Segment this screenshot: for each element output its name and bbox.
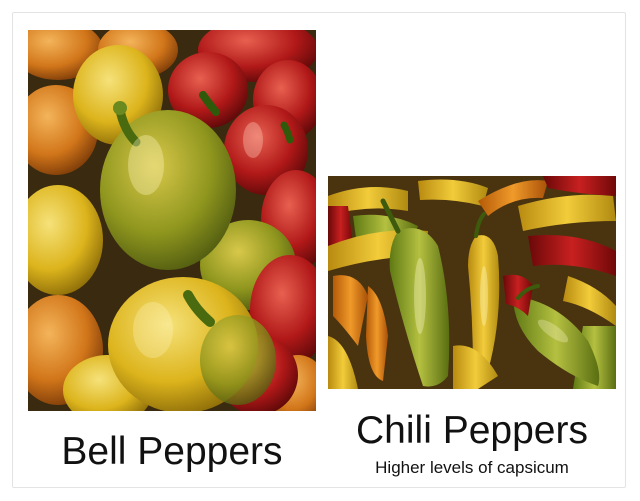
chili-peppers-image: [328, 176, 616, 389]
bell-peppers-photo-icon: [28, 30, 316, 411]
bell-peppers-image: [28, 30, 316, 411]
chili-peppers-photo-icon: [328, 176, 616, 389]
bell-peppers-title: Bell Peppers: [61, 430, 283, 473]
chili-peppers-title: Chili Peppers: [356, 409, 588, 452]
chili-peppers-subtitle: Higher levels of capsicum: [375, 458, 569, 477]
comparison-card: Bell Peppers Chili Peppers Higher levels…: [12, 12, 626, 488]
